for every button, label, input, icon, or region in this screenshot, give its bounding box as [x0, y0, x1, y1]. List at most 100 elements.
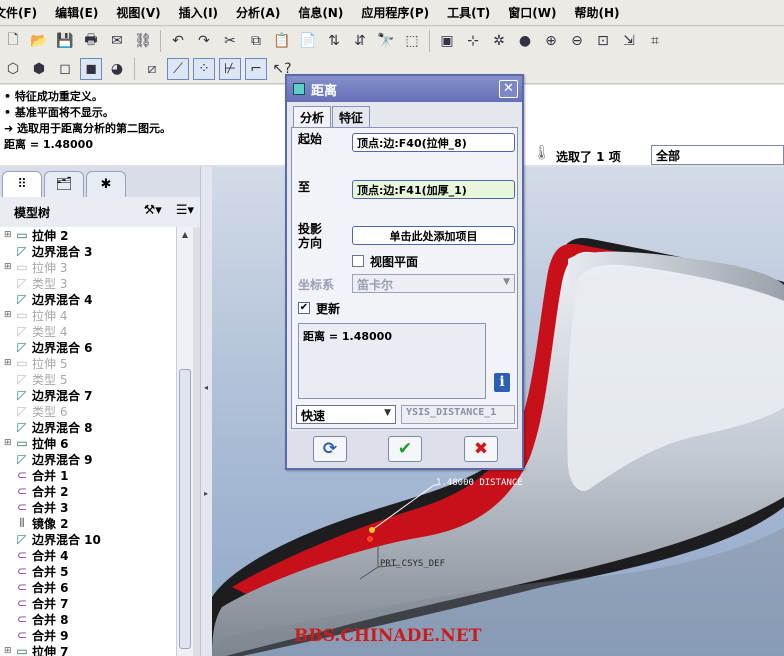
- expand-icon[interactable]: ⊞: [4, 310, 14, 320]
- tree-item[interactable]: ⊞ ▭ 拉伸 3: [0, 259, 176, 275]
- expand-icon[interactable]: ⊞: [4, 358, 14, 368]
- from-collector[interactable]: 顶点:边:F40(拉伸_8): [352, 133, 515, 152]
- spin-center-icon[interactable]: ⊹: [462, 30, 484, 52]
- tree-item[interactable]: ◸ 边界混合 7: [0, 387, 176, 403]
- tree-item[interactable]: ⊞ ▭ 拉伸 5: [0, 355, 176, 371]
- favorites-tab-icon[interactable]: ✱: [86, 171, 126, 197]
- menu-info[interactable]: 信息(N): [298, 4, 343, 21]
- collapse-left-icon[interactable]: ◂: [204, 383, 208, 392]
- analysis-name-field[interactable]: YSIS_DISTANCE_1: [401, 405, 515, 424]
- dialog-titlebar[interactable]: 距离: [287, 76, 522, 102]
- tree-item[interactable]: ⊞ ▭ 拉伸 7: [0, 643, 176, 656]
- menu-analysis[interactable]: 分析(A): [236, 4, 280, 21]
- shading-icon[interactable]: ◼: [80, 58, 102, 80]
- folder-browser-tab-icon[interactable]: 🗂: [44, 171, 84, 197]
- ok-button[interactable]: ✔: [388, 436, 422, 462]
- info-icon[interactable]: i: [494, 373, 510, 392]
- shading-sphere-icon[interactable]: ●: [514, 30, 536, 52]
- tree-item[interactable]: ⊂ 合并 4: [0, 547, 176, 563]
- tree-item[interactable]: ◸ 边界混合 6: [0, 339, 176, 355]
- tree-item[interactable]: ⊞ ▭ 拉伸 4: [0, 307, 176, 323]
- tree-item[interactable]: ⊂ 合并 3: [0, 499, 176, 515]
- menu-view[interactable]: 视图(V): [116, 4, 160, 21]
- view-plane-checkbox[interactable]: [352, 255, 364, 267]
- tree-item[interactable]: ⊂ 合并 5: [0, 563, 176, 579]
- tree-item[interactable]: ⊞ ▭ 拉伸 6: [0, 435, 176, 451]
- reorient-icon[interactable]: ⇲: [618, 30, 640, 52]
- save-icon[interactable]: 💾: [54, 30, 76, 52]
- tree-item[interactable]: ◸ 类型 5: [0, 371, 176, 387]
- send-mail-icon[interactable]: ✉: [106, 30, 128, 52]
- expand-icon[interactable]: ⊞: [4, 262, 14, 272]
- tree-item[interactable]: ⊂ 合并 6: [0, 579, 176, 595]
- menu-applications[interactable]: 应用程序(P): [361, 4, 429, 21]
- datum-points-icon[interactable]: ⁘: [193, 58, 215, 80]
- to-collector[interactable]: 顶点:边:F41(加厚_1): [352, 180, 515, 199]
- tree-item[interactable]: ◸ 类型 3: [0, 275, 176, 291]
- tab-analysis[interactable]: 分析: [293, 106, 332, 128]
- regenerate-manager-icon[interactable]: ⇵: [349, 30, 371, 52]
- tree-item[interactable]: ⊂ 合并 2: [0, 483, 176, 499]
- coordinate-systems-icon[interactable]: ⊬: [219, 58, 241, 80]
- datum-planes-icon[interactable]: ⧄: [141, 58, 163, 80]
- mode-dropdown[interactable]: 快速 ▼: [296, 405, 396, 424]
- expand-icon[interactable]: ⊞: [4, 646, 14, 656]
- menu-insert[interactable]: 插入(I): [179, 4, 218, 21]
- repeat-analysis-button[interactable]: ⟳: [313, 436, 347, 462]
- tree-item[interactable]: ◸ 类型 4: [0, 323, 176, 339]
- scroll-thumb[interactable]: [179, 369, 191, 649]
- menu-help[interactable]: 帮助(H): [574, 4, 619, 21]
- tree-item[interactable]: ◸ 边界混合 3: [0, 243, 176, 259]
- close-icon[interactable]: ✕: [499, 80, 518, 98]
- link-icon[interactable]: ⛓: [132, 30, 154, 52]
- menu-edit[interactable]: 编辑(E): [55, 4, 98, 21]
- undo-icon[interactable]: ↶: [167, 30, 189, 52]
- projection-collector[interactable]: 单击此处添加项目: [352, 226, 515, 245]
- paste-icon[interactable]: 📋: [271, 30, 293, 52]
- select-box-icon[interactable]: ⬚: [401, 30, 423, 52]
- model-tree-tab-icon[interactable]: ⠿: [2, 171, 42, 197]
- datum-axes-icon[interactable]: ⟋: [167, 58, 189, 80]
- find-icon[interactable]: 🔭: [375, 30, 397, 52]
- refit-icon[interactable]: ⊡: [592, 30, 614, 52]
- cut-icon[interactable]: ✂: [219, 30, 241, 52]
- tree-settings-icon[interactable]: ⚒▾: [144, 203, 162, 218]
- tree-item[interactable]: ⊂ 合并 1: [0, 467, 176, 483]
- tree-item[interactable]: ⊂ 合并 8: [0, 611, 176, 627]
- menu-file[interactable]: 文件(F): [0, 4, 37, 21]
- saved-views-icon[interactable]: ⌗: [644, 30, 666, 52]
- expand-right-icon[interactable]: ▸: [204, 489, 208, 498]
- redo-icon[interactable]: ↷: [193, 30, 215, 52]
- annotation-display-icon[interactable]: ⌐: [245, 58, 267, 80]
- zoom-in-icon[interactable]: ⊕: [540, 30, 562, 52]
- tree-columns-icon[interactable]: ☰▾: [176, 203, 194, 218]
- csys-dropdown[interactable]: 笛卡尔 ▼: [352, 274, 515, 293]
- zoom-out-icon[interactable]: ⊖: [566, 30, 588, 52]
- tree-item[interactable]: ◸ 边界混合 4: [0, 291, 176, 307]
- print-icon[interactable]: 🖶: [80, 30, 102, 52]
- tree-item[interactable]: ◸ 边界混合 9: [0, 451, 176, 467]
- cancel-button[interactable]: ✖: [464, 436, 498, 462]
- repaint-icon[interactable]: ▣: [436, 30, 458, 52]
- menu-tools[interactable]: 工具(T): [447, 4, 490, 21]
- update-checkbox[interactable]: ✔: [298, 302, 310, 314]
- tree-item[interactable]: ⫴ 镜像 2: [0, 515, 176, 531]
- new-file-icon[interactable]: 🗋: [2, 30, 24, 52]
- no-hidden-icon[interactable]: ◻: [54, 58, 76, 80]
- paste-special-icon[interactable]: 📄: [297, 30, 319, 52]
- menu-window[interactable]: 窗口(W): [508, 4, 556, 21]
- open-folder-icon[interactable]: 📂: [28, 30, 50, 52]
- tree-item[interactable]: ◸ 边界混合 10: [0, 531, 176, 547]
- expand-icon[interactable]: ⊞: [4, 438, 14, 448]
- tree-scrollbar[interactable]: ▲: [176, 227, 193, 656]
- expand-icon[interactable]: ⊞: [4, 230, 14, 240]
- scroll-up-icon[interactable]: ▲: [177, 227, 193, 243]
- tab-feature[interactable]: 特征: [332, 106, 371, 128]
- copy-icon[interactable]: ⧉: [245, 30, 267, 52]
- tree-item[interactable]: ⊞ ▭ 拉伸 2: [0, 227, 176, 243]
- hidden-line-icon[interactable]: ⬢: [28, 58, 50, 80]
- tree-item[interactable]: ⊂ 合并 9: [0, 627, 176, 643]
- pane-splitter[interactable]: ◂ ▸: [200, 167, 212, 656]
- wireframe-icon[interactable]: ⬡: [2, 58, 24, 80]
- tree-item[interactable]: ◸ 类型 6: [0, 403, 176, 419]
